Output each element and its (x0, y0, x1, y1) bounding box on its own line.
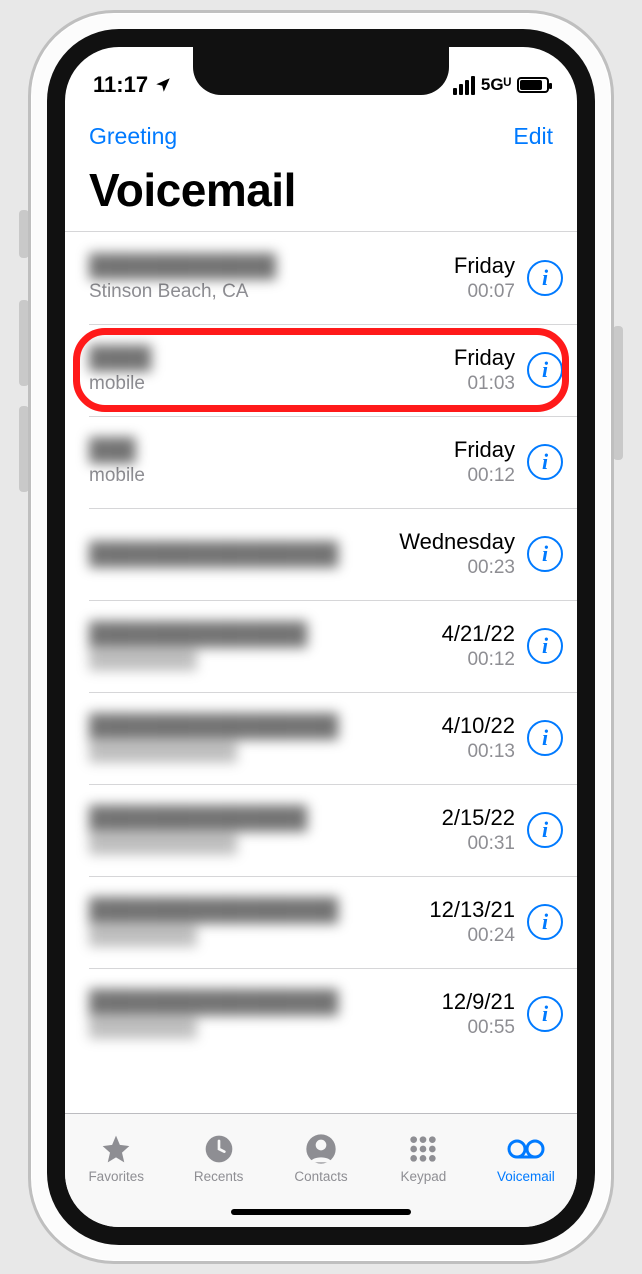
info-icon[interactable]: i (527, 260, 563, 296)
info-icon[interactable]: i (527, 812, 563, 848)
caller-sublabel: ████████ (89, 1017, 197, 1039)
caller-sublabel: ███████████ (89, 741, 237, 763)
caller-name: ██████████████ (89, 621, 307, 647)
caller-name: ████████████████ (89, 897, 338, 923)
voicemail-item[interactable]: ████mobileFriday01:03 i (65, 324, 577, 416)
voicemail-date: 4/21/22 (395, 621, 515, 647)
tab-label: Favorites (88, 1169, 144, 1184)
info-icon[interactable]: i (527, 720, 563, 756)
caller-name: ███ (89, 437, 136, 463)
star-icon (99, 1133, 133, 1165)
power-button[interactable] (613, 326, 623, 460)
voicemail-date: 12/9/21 (395, 989, 515, 1015)
caller-sublabel: ███████████ (89, 833, 237, 855)
voicemail-icon (506, 1133, 546, 1165)
battery-icon (517, 77, 549, 93)
voicemail-duration: 00:13 (395, 741, 515, 763)
tab-label: Voicemail (497, 1169, 555, 1184)
greeting-button[interactable]: Greeting (89, 123, 177, 150)
voicemail-item[interactable]: ████████████████████████ 12/9/2100:55 i (65, 968, 577, 1060)
caller-name: ████ (89, 345, 151, 371)
voicemail-date: Wednesday (395, 529, 515, 555)
caller-name: ████████████████ (89, 713, 338, 739)
voicemail-date: 4/10/22 (395, 713, 515, 739)
tab-recents[interactable]: Recents (167, 1122, 269, 1195)
voicemail-duration: 00:23 (395, 557, 515, 579)
voicemail-item[interactable]: ████████████Stinson Beach, CAFriday00:07… (65, 232, 577, 324)
voicemail-duration: 01:03 (395, 373, 515, 395)
network-label: 5Gᵁ (481, 75, 511, 95)
voicemail-item[interactable]: ████████████████ Wednesday00:23 i (65, 508, 577, 600)
caller-sublabel: ████████ (89, 649, 197, 671)
voicemail-date: 12/13/21 (395, 897, 515, 923)
info-icon[interactable]: i (527, 628, 563, 664)
voicemail-item[interactable]: ██████████████████████ 4/21/2200:12 i (65, 600, 577, 692)
cellular-signal-icon (453, 76, 475, 95)
caller-sublabel: mobile (89, 465, 395, 487)
tab-bar: Favorites Recents Contacts (65, 1113, 577, 1197)
info-icon[interactable]: i (527, 352, 563, 388)
voicemail-duration: 00:12 (395, 465, 515, 487)
voicemail-duration: 00:07 (395, 281, 515, 303)
caller-name: ██████████████ (89, 805, 307, 831)
caller-name: ████████████████ (89, 989, 338, 1015)
voicemail-item[interactable]: █████████████████████████ 2/15/2200:31 i (65, 784, 577, 876)
voicemail-item[interactable]: ████████████████████████ 12/13/2100:24 i (65, 876, 577, 968)
location-icon (154, 76, 172, 94)
tab-label: Contacts (294, 1169, 347, 1184)
tab-voicemail[interactable]: Voicemail (475, 1122, 577, 1195)
info-icon[interactable]: i (527, 904, 563, 940)
tab-label: Recents (194, 1169, 244, 1184)
tab-favorites[interactable]: Favorites (65, 1122, 167, 1195)
clock-icon (202, 1133, 236, 1165)
nav-bar: Greeting Edit (65, 105, 577, 157)
tab-keypad[interactable]: Keypad (372, 1122, 474, 1195)
keypad-icon (406, 1133, 440, 1165)
home-indicator[interactable] (65, 1197, 577, 1227)
person-icon (304, 1133, 338, 1165)
info-icon[interactable]: i (527, 996, 563, 1032)
status-time: 11:17 (93, 72, 148, 98)
tab-label: Keypad (401, 1169, 447, 1184)
device-notch (193, 47, 449, 95)
page-title: Voicemail (65, 157, 577, 231)
caller-sublabel: Stinson Beach, CA (89, 281, 395, 303)
voicemail-date: Friday (395, 437, 515, 463)
caller-sublabel: ████████ (89, 925, 197, 947)
voicemail-duration: 00:24 (395, 925, 515, 947)
caller-name: ████████████ (89, 253, 276, 279)
voicemail-item[interactable]: ███mobileFriday00:12 i (65, 416, 577, 508)
info-icon[interactable]: i (527, 444, 563, 480)
voicemail-item[interactable]: ███████████████████████████ 4/10/2200:13 i (65, 692, 577, 784)
caller-sublabel: mobile (89, 373, 395, 395)
voicemail-date: Friday (395, 253, 515, 279)
voicemail-duration: 00:31 (395, 833, 515, 855)
voicemail-date: Friday (395, 345, 515, 371)
voicemail-duration: 00:55 (395, 1017, 515, 1039)
voicemail-list: ████████████Stinson Beach, CAFriday00:07… (65, 231, 577, 1113)
edit-button[interactable]: Edit (513, 123, 553, 150)
voicemail-duration: 00:12 (395, 649, 515, 671)
info-icon[interactable]: i (527, 536, 563, 572)
voicemail-date: 2/15/22 (395, 805, 515, 831)
tab-contacts[interactable]: Contacts (270, 1122, 372, 1195)
caller-name: ████████████████ (89, 541, 338, 567)
